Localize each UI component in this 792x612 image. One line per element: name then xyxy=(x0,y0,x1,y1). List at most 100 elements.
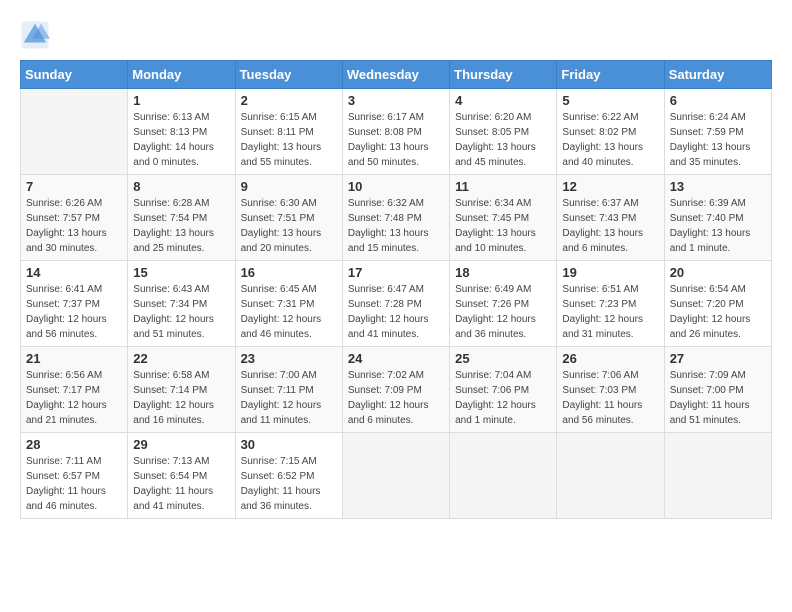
day-number: 11 xyxy=(455,179,551,194)
calendar-cell: 7 Sunrise: 6:26 AMSunset: 7:57 PMDaylight… xyxy=(21,175,128,261)
day-info: Sunrise: 7:06 AMSunset: 7:03 PMDaylight:… xyxy=(562,368,658,428)
day-info: Sunrise: 6:54 AMSunset: 7:20 PMDaylight:… xyxy=(670,282,766,342)
calendar-week-row: 1Sunrise: 6:13 AMSunset: 8:13 PMDaylight… xyxy=(21,89,772,175)
day-number: 8 xyxy=(133,179,229,194)
calendar-cell: 30Sunrise: 7:15 AMSunset: 6:52 PMDayligh… xyxy=(235,433,342,519)
day-info: Sunrise: 6:51 AMSunset: 7:23 PMDaylight:… xyxy=(562,282,658,342)
calendar-cell: 26 Sunrise: 7:06 AMSunset: 7:03 PMDayligh… xyxy=(557,347,664,433)
day-info: Sunrise: 6:34 AMSunset: 7:45 PMDaylight:… xyxy=(455,196,551,256)
calendar-day-header: Wednesday xyxy=(342,61,449,89)
calendar-day-header: Thursday xyxy=(450,61,557,89)
day-info: Sunrise: 6:22 AMSunset: 8:02 PMDaylight:… xyxy=(562,110,658,170)
calendar-cell xyxy=(342,433,449,519)
calendar-cell: 29 Sunrise: 7:13 AMSunset: 6:54 PMDayligh… xyxy=(128,433,235,519)
day-info: Sunrise: 6:32 AMSunset: 7:48 PMDaylight:… xyxy=(348,196,444,256)
day-info: Sunrise: 6:37 AMSunset: 7:43 PMDaylight:… xyxy=(562,196,658,256)
page-header xyxy=(20,20,772,50)
day-info: Sunrise: 6:45 AMSunset: 7:31 PMDaylight:… xyxy=(241,282,337,342)
calendar-cell: 3 Sunrise: 6:17 AMSunset: 8:08 PMDaylight… xyxy=(342,89,449,175)
day-info: Sunrise: 6:47 AMSunset: 7:28 PMDaylight:… xyxy=(348,282,444,342)
day-number: 22 xyxy=(133,351,229,366)
day-number: 15 xyxy=(133,265,229,280)
calendar-week-row: 28 Sunrise: 7:11 AMSunset: 6:57 PMDayligh… xyxy=(21,433,772,519)
calendar-cell: 5 Sunrise: 6:22 AMSunset: 8:02 PMDaylight… xyxy=(557,89,664,175)
calendar-cell: 16Sunrise: 6:45 AMSunset: 7:31 PMDayligh… xyxy=(235,261,342,347)
day-info: Sunrise: 7:02 AMSunset: 7:09 PMDaylight:… xyxy=(348,368,444,428)
day-number: 2 xyxy=(241,93,337,108)
day-info: Sunrise: 7:15 AMSunset: 6:52 PMDaylight:… xyxy=(241,454,337,514)
day-number: 5 xyxy=(562,93,658,108)
calendar-cell: 12 Sunrise: 6:37 AMSunset: 7:43 PMDayligh… xyxy=(557,175,664,261)
day-info: Sunrise: 6:41 AMSunset: 7:37 PMDaylight:… xyxy=(26,282,122,342)
day-info: Sunrise: 6:49 AMSunset: 7:26 PMDaylight:… xyxy=(455,282,551,342)
day-number: 19 xyxy=(562,265,658,280)
day-number: 9 xyxy=(241,179,337,194)
calendar-cell: 1Sunrise: 6:13 AMSunset: 8:13 PMDaylight… xyxy=(128,89,235,175)
calendar-cell: 22 Sunrise: 6:58 AMSunset: 7:14 PMDayligh… xyxy=(128,347,235,433)
day-number: 4 xyxy=(455,93,551,108)
day-number: 20 xyxy=(670,265,766,280)
calendar-cell: 25 Sunrise: 7:04 AMSunset: 7:06 PMDayligh… xyxy=(450,347,557,433)
day-number: 13 xyxy=(670,179,766,194)
calendar-cell: 21 Sunrise: 6:56 AMSunset: 7:17 PMDayligh… xyxy=(21,347,128,433)
day-info: Sunrise: 6:24 AMSunset: 7:59 PMDaylight:… xyxy=(670,110,766,170)
day-number: 6 xyxy=(670,93,766,108)
calendar-cell: 19 Sunrise: 6:51 AMSunset: 7:23 PMDayligh… xyxy=(557,261,664,347)
day-info: Sunrise: 6:56 AMSunset: 7:17 PMDaylight:… xyxy=(26,368,122,428)
calendar-cell xyxy=(21,89,128,175)
day-info: Sunrise: 7:13 AMSunset: 6:54 PMDaylight:… xyxy=(133,454,229,514)
day-info: Sunrise: 7:00 AMSunset: 7:11 PMDaylight:… xyxy=(241,368,337,428)
day-info: Sunrise: 6:26 AMSunset: 7:57 PMDaylight:… xyxy=(26,196,122,256)
logo-icon xyxy=(20,20,50,50)
calendar-cell: 20 Sunrise: 6:54 AMSunset: 7:20 PMDayligh… xyxy=(664,261,771,347)
day-number: 21 xyxy=(26,351,122,366)
calendar-cell: 6 Sunrise: 6:24 AMSunset: 7:59 PMDaylight… xyxy=(664,89,771,175)
day-info: Sunrise: 7:04 AMSunset: 7:06 PMDaylight:… xyxy=(455,368,551,428)
calendar-cell: 23 Sunrise: 7:00 AMSunset: 7:11 PMDayligh… xyxy=(235,347,342,433)
day-number: 12 xyxy=(562,179,658,194)
calendar-header-row: SundayMondayTuesdayWednesdayThursdayFrid… xyxy=(21,61,772,89)
day-info: Sunrise: 6:43 AMSunset: 7:34 PMDaylight:… xyxy=(133,282,229,342)
calendar-week-row: 7 Sunrise: 6:26 AMSunset: 7:57 PMDaylight… xyxy=(21,175,772,261)
calendar-cell xyxy=(450,433,557,519)
calendar-cell: 27Sunrise: 7:09 AMSunset: 7:00 PMDayligh… xyxy=(664,347,771,433)
day-number: 10 xyxy=(348,179,444,194)
day-info: Sunrise: 7:09 AMSunset: 7:00 PMDaylight:… xyxy=(670,368,766,428)
calendar-cell: 13 Sunrise: 6:39 AMSunset: 7:40 PMDayligh… xyxy=(664,175,771,261)
calendar-cell: 11 Sunrise: 6:34 AMSunset: 7:45 PMDayligh… xyxy=(450,175,557,261)
calendar-day-header: Tuesday xyxy=(235,61,342,89)
calendar-cell: 9 Sunrise: 6:30 AMSunset: 7:51 PMDaylight… xyxy=(235,175,342,261)
calendar-day-header: Monday xyxy=(128,61,235,89)
calendar-day-header: Friday xyxy=(557,61,664,89)
calendar-week-row: 21 Sunrise: 6:56 AMSunset: 7:17 PMDayligh… xyxy=(21,347,772,433)
calendar-cell: 15 Sunrise: 6:43 AMSunset: 7:34 PMDayligh… xyxy=(128,261,235,347)
day-number: 26 xyxy=(562,351,658,366)
calendar-cell: 28 Sunrise: 7:11 AMSunset: 6:57 PMDayligh… xyxy=(21,433,128,519)
calendar-week-row: 14 Sunrise: 6:41 AMSunset: 7:37 PMDayligh… xyxy=(21,261,772,347)
calendar-cell: 10 Sunrise: 6:32 AMSunset: 7:48 PMDayligh… xyxy=(342,175,449,261)
day-info: Sunrise: 6:28 AMSunset: 7:54 PMDaylight:… xyxy=(133,196,229,256)
day-number: 28 xyxy=(26,437,122,452)
day-info: Sunrise: 6:30 AMSunset: 7:51 PMDaylight:… xyxy=(241,196,337,256)
calendar-day-header: Saturday xyxy=(664,61,771,89)
day-info: Sunrise: 6:58 AMSunset: 7:14 PMDaylight:… xyxy=(133,368,229,428)
day-number: 23 xyxy=(241,351,337,366)
day-number: 7 xyxy=(26,179,122,194)
day-info: Sunrise: 6:39 AMSunset: 7:40 PMDaylight:… xyxy=(670,196,766,256)
logo xyxy=(20,20,54,50)
calendar-cell: 18 Sunrise: 6:49 AMSunset: 7:26 PMDayligh… xyxy=(450,261,557,347)
day-info: Sunrise: 7:11 AMSunset: 6:57 PMDaylight:… xyxy=(26,454,122,514)
day-info: Sunrise: 6:17 AMSunset: 8:08 PMDaylight:… xyxy=(348,110,444,170)
calendar-cell: 4Sunrise: 6:20 AMSunset: 8:05 PMDaylight… xyxy=(450,89,557,175)
calendar-cell: 14 Sunrise: 6:41 AMSunset: 7:37 PMDayligh… xyxy=(21,261,128,347)
day-number: 14 xyxy=(26,265,122,280)
day-info: Sunrise: 6:13 AMSunset: 8:13 PMDaylight:… xyxy=(133,110,229,170)
day-number: 18 xyxy=(455,265,551,280)
day-number: 25 xyxy=(455,351,551,366)
calendar-cell: 17 Sunrise: 6:47 AMSunset: 7:28 PMDayligh… xyxy=(342,261,449,347)
day-number: 3 xyxy=(348,93,444,108)
calendar-cell xyxy=(664,433,771,519)
day-number: 29 xyxy=(133,437,229,452)
calendar-cell: 2Sunrise: 6:15 AMSunset: 8:11 PMDaylight… xyxy=(235,89,342,175)
day-number: 17 xyxy=(348,265,444,280)
